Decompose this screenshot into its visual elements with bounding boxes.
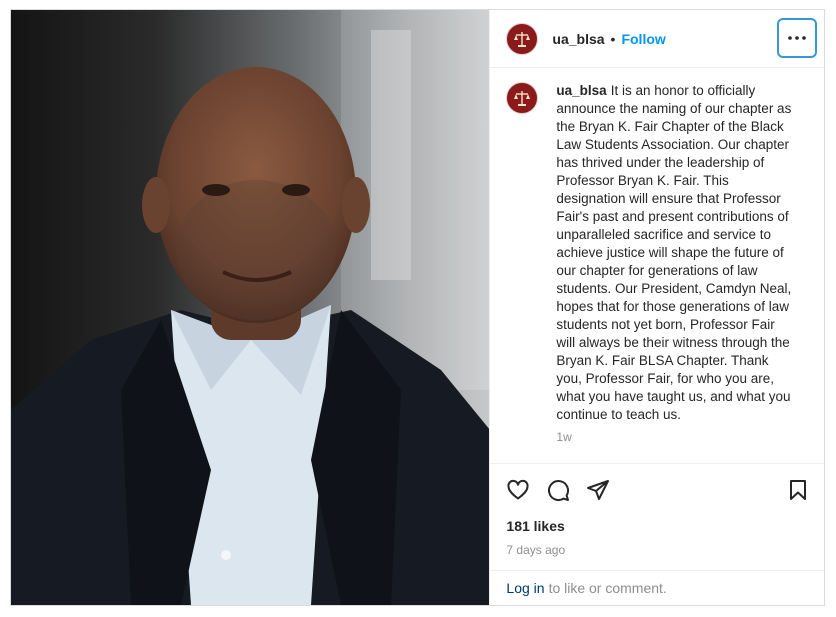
action-bar (490, 464, 824, 516)
share-button[interactable] (584, 476, 612, 504)
post-header: ua_blsa • Follow (490, 10, 824, 68)
scales-of-justice-icon (514, 31, 531, 47)
caption-text: ua_blsa It is an honor to officially anno… (556, 82, 796, 424)
account-avatar[interactable] (506, 22, 539, 55)
caption-body: It is an honor to officially announce th… (556, 83, 792, 422)
header-separator: • (610, 30, 616, 47)
share-icon (587, 480, 610, 500)
comment-button[interactable] (544, 476, 572, 504)
login-prompt: Log in to like or comment. (490, 570, 824, 605)
post-date[interactable]: 7 days ago (490, 543, 824, 557)
comments-area: ua_blsa It is an honor to officially anno… (490, 68, 824, 464)
portrait-image (11, 10, 490, 605)
more-options-button[interactable] (777, 18, 817, 58)
like-button[interactable] (504, 476, 532, 504)
caption-age[interactable]: 1w (556, 430, 808, 444)
likes-count[interactable]: 181 likes (490, 518, 824, 534)
caption-username[interactable]: ua_blsa (556, 83, 606, 98)
post-side-panel: ua_blsa • Follow ua_blsa It is an honor … (489, 10, 824, 605)
caption: ua_blsa It is an honor to officially anno… (506, 82, 808, 424)
comment-icon (548, 480, 570, 502)
caption-avatar[interactable] (506, 82, 539, 114)
heart-icon (507, 479, 529, 500)
instagram-post: ua_blsa • Follow ua_blsa It is an honor … (10, 9, 825, 606)
header-username[interactable]: ua_blsa (552, 31, 604, 47)
login-prompt-text: to like or comment. (548, 580, 667, 596)
post-photo[interactable] (11, 10, 490, 605)
save-button[interactable] (784, 476, 812, 504)
follow-button[interactable]: Follow (621, 31, 665, 47)
bookmark-icon (790, 480, 806, 500)
login-link[interactable]: Log in (506, 580, 544, 596)
scales-of-justice-icon (514, 91, 531, 106)
more-horizontal-icon (788, 36, 806, 40)
